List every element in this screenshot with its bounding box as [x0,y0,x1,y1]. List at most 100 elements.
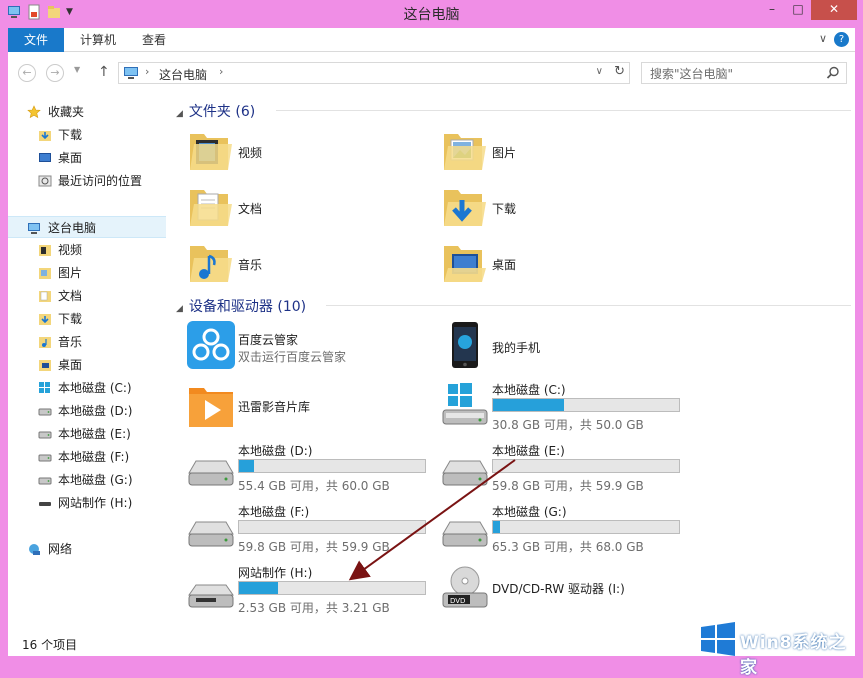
explorer-content: 收藏夹 下载 桌面 最近访问的位置 这台电脑 视频 图片 文档 下载 音乐 桌面… [8,94,855,630]
hard-drive-icon [38,431,52,439]
address-bar[interactable]: › 这台电脑 › ∨ ↻ [118,62,630,84]
search-box[interactable] [641,62,847,84]
search-input[interactable] [648,66,818,82]
tab-view[interactable]: 查看 [128,28,180,52]
sidebar-item-drive-f[interactable]: 本地磁盘 (F:) [8,446,166,468]
breadcrumb-chevron-icon[interactable]: › [219,65,223,78]
dvd-drive-icon: DVD [442,566,488,608]
hard-drive-icon [188,521,234,547]
folder-downloads[interactable]: 下载 [440,182,670,232]
help-icon[interactable]: ? [834,32,849,47]
device-my-phone[interactable]: 我的手机 [440,320,690,370]
network-icon [29,544,40,555]
drive-usage-bar [238,581,426,595]
device-description: 双击运行百度云管家 [238,350,347,364]
sidebar-item-label: 桌面 [58,358,83,372]
folder-desktop[interactable]: 桌面 [440,238,670,288]
sidebar-item-label: 本地磁盘 (F:) [58,450,130,464]
up-button[interactable]: ↑ [98,64,110,80]
drive-space-text: 65.3 GB 可用，共 68.0 GB [492,540,644,554]
folder-documents[interactable]: 文档 [186,182,416,232]
drive-usage-bar [238,459,426,473]
folder-name: 图片 [492,146,517,160]
sidebar-item-documents[interactable]: 文档 [8,285,166,307]
drive-d[interactable]: 本地磁盘 (D:) 55.4 GB 可用，共 60.0 GB [186,441,436,493]
folder-music[interactable]: 音乐 [186,238,416,288]
music-folder-icon [190,246,232,282]
removable-drive-icon [188,584,234,608]
group-divider [326,305,851,306]
documents-folder-icon [190,190,232,226]
collapse-icon[interactable]: ◢ [176,304,183,314]
address-dropdown-icon[interactable]: ∨ [596,66,603,77]
tab-file[interactable]: 文件 [8,28,64,52]
sidebar-item-pictures[interactable]: 图片 [8,262,166,284]
folder-videos[interactable]: 视频 [186,126,416,176]
close-button[interactable]: ✕ [811,0,857,20]
drive-space-text: 2.53 GB 可用，共 3.21 GB [238,601,390,615]
drive-dvd[interactable]: DVD DVD/CD-RW 驱动器 (I:) [440,563,690,613]
group-divider [276,110,851,111]
back-button[interactable]: ← [18,64,36,82]
search-icon[interactable] [826,66,840,80]
recent-locations-icon[interactable]: ▼ [74,65,80,74]
forward-button[interactable]: → [46,64,64,82]
sidebar-item-label: 网站制作 (H:) [58,496,133,510]
sidebar-item-label: 本地磁盘 (C:) [58,381,132,395]
sidebar-item-label: 网络 [48,542,73,556]
sidebar-item-drive-d[interactable]: 本地磁盘 (D:) [8,400,166,422]
drive-g[interactable]: 本地磁盘 (G:) 65.3 GB 可用，共 68.0 GB [440,502,690,554]
refresh-icon[interactable]: ↻ [614,64,625,79]
sidebar-item-videos[interactable]: 视频 [8,239,166,261]
sidebar-item-this-pc[interactable]: 这台电脑 [8,216,166,238]
drive-f[interactable]: 本地磁盘 (F:) 59.8 GB 可用，共 59.9 GB [186,502,436,554]
drive-space-text: 30.8 GB 可用，共 50.0 GB [492,418,644,432]
minimize-button[interactable]: – [759,0,785,20]
sidebar-item-downloads-pc[interactable]: 下载 [8,308,166,330]
device-xunlei[interactable]: 迅雷影音片库 [186,380,436,430]
sidebar-item-label: 这台电脑 [48,221,97,235]
sidebar-item-drive-c[interactable]: 本地磁盘 (C:) [8,377,166,399]
videos-folder-icon [39,245,51,256]
drive-usage-fill [239,582,279,594]
sidebar-item-drive-h[interactable]: 网站制作 (H:) [8,492,166,514]
breadcrumb-this-pc[interactable]: 这台电脑 [159,66,207,83]
breadcrumb-chevron-icon[interactable]: › [145,65,149,78]
star-icon [27,105,41,119]
ribbon: 文件 计算机 查看 ∨ ? [8,28,855,52]
tab-computer[interactable]: 计算机 [66,28,130,52]
svg-text:DVD: DVD [450,597,465,605]
watermark: Win8系统之家 [700,620,863,678]
drive-c[interactable]: 本地磁盘 (C:) 30.8 GB 可用，共 50.0 GB [440,380,690,432]
windows-logo-icon [701,622,735,656]
sidebar-item-label: 文档 [58,289,83,303]
device-baidu-cloud[interactable]: 百度云管家 双击运行百度云管家 [186,320,436,370]
sidebar-item-label: 下载 [58,312,83,326]
devices-group-header[interactable]: ◢ 设备和驱动器 (10) [176,296,851,316]
sidebar-item-favorites[interactable]: 收藏夹 [8,101,166,123]
downloads-folder-icon [444,190,486,226]
drive-name: 本地磁盘 (G:) [492,505,567,519]
sidebar-item-drive-g[interactable]: 本地磁盘 (G:) [8,469,166,491]
sidebar-item-recent-places[interactable]: 最近访问的位置 [8,170,166,192]
maximize-button[interactable]: □ [785,0,811,20]
drive-name: 网站制作 (H:) [238,566,313,580]
collapse-icon[interactable]: ◢ [176,109,183,119]
sidebar-item-network[interactable]: 网络 [8,538,166,560]
folders-group-header[interactable]: ◢ 文件夹 (6) [176,101,851,121]
drive-h[interactable]: 网站制作 (H:) 2.53 GB 可用，共 3.21 GB [186,563,436,615]
items-view: ◢ 文件夹 (6) 视频 图片 文档 下载 音乐 桌面 ◢ 设备和驱动器 (10… [170,94,855,630]
sidebar-item-downloads[interactable]: 下载 [8,124,166,146]
sidebar-item-desktop-pc[interactable]: 桌面 [8,354,166,376]
sidebar-item-music[interactable]: 音乐 [8,331,166,353]
drive-space-text: 55.4 GB 可用，共 60.0 GB [238,479,390,493]
folder-name: 桌面 [492,258,517,272]
folder-pictures[interactable]: 图片 [440,126,670,176]
sidebar-item-desktop[interactable]: 桌面 [8,147,166,169]
expand-ribbon-icon[interactable]: ∨ [819,32,827,45]
drive-e[interactable]: 本地磁盘 (E:) 59.8 GB 可用，共 59.9 GB [440,441,690,493]
sidebar-item-drive-e[interactable]: 本地磁盘 (E:) [8,423,166,445]
hard-drive-icon [38,408,52,416]
window-title: 这台电脑 [403,7,460,23]
folder-name: 音乐 [238,258,263,272]
